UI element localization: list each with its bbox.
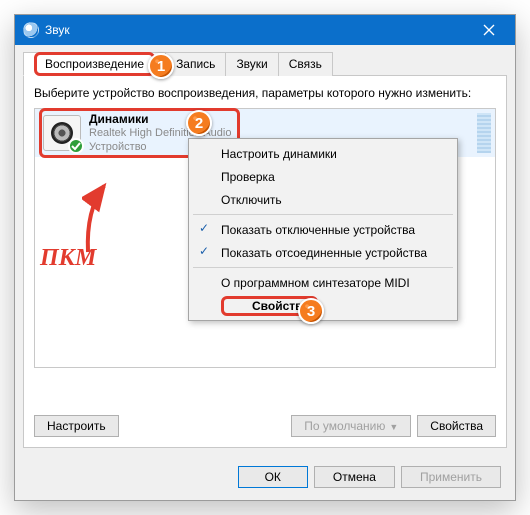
tab-strip: Воспроизведение Запись Звуки Связь [23,51,507,76]
speaker-device-icon [43,115,81,151]
ctx-separator [193,267,453,268]
chevron-down-icon: ▼ [389,422,398,432]
ctx-disable[interactable]: Отключить [191,188,455,211]
properties-button[interactable]: Свойства [417,415,496,437]
ctx-show-disabled[interactable]: Показать отключенные устройства [191,218,455,241]
ctx-configure-speakers[interactable]: Настроить динамики [191,142,455,165]
level-meter-icon [477,113,491,153]
default-check-icon [68,138,84,154]
callout-3: 3 [298,298,324,324]
cancel-button[interactable]: Отмена [314,466,395,488]
callout-1: 1 [148,53,174,79]
tab-sounds[interactable]: Звуки [225,52,278,76]
tab-recording[interactable]: Запись [165,52,226,76]
callout-2: 2 [186,110,212,136]
tab-comm[interactable]: Связь [278,52,333,76]
set-default-label: По умолчанию [304,419,385,433]
rmb-annotation: ПКМ [40,245,96,272]
window-title: Звук [45,23,467,37]
titlebar: Звук [15,15,515,45]
tab-playback[interactable]: Воспроизведение [23,52,166,76]
apply-button[interactable]: Применить [401,466,501,488]
bottom-button-row: Настроить По умолчанию ▼ Свойства [34,415,496,437]
ctx-test[interactable]: Проверка [191,165,455,188]
set-default-button[interactable]: По умолчанию ▼ [291,415,411,437]
sound-icon [23,22,39,38]
dialog-buttons: ОК Отмена Применить [238,466,501,488]
context-menu: Настроить динамики Проверка Отключить По… [188,138,458,321]
ok-button[interactable]: ОК [238,466,308,488]
configure-button[interactable]: Настроить [34,415,119,437]
close-icon [483,24,495,36]
ctx-about-midi[interactable]: О программном синтезаторе MIDI [191,271,455,294]
close-button[interactable] [467,15,511,45]
ctx-show-disconnected[interactable]: Показать отсоединенные устройства [191,241,455,264]
ctx-separator [193,214,453,215]
instruction-text: Выберите устройство воспроизведения, пар… [34,86,496,100]
tab-playback-label: Воспроизведение [34,52,155,76]
